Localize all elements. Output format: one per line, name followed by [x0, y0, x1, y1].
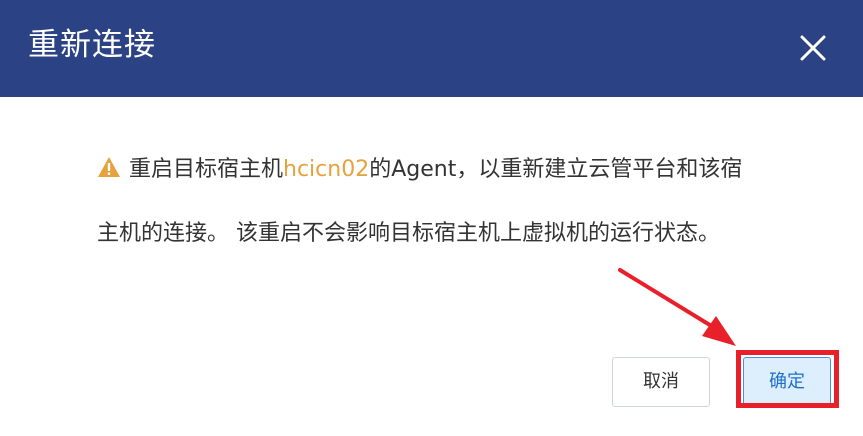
message-text-part1: 重启目标宿主机 [129, 157, 284, 182]
close-icon[interactable] [793, 28, 833, 68]
annotation-highlight-box [736, 350, 839, 408]
host-name: hcicn02 [283, 157, 370, 182]
reconnect-dialog: 重新连接 重启目标宿主机hcicn02的Agent，以重新建立云管平台和该宿主机… [0, 0, 863, 436]
dialog-title: 重新连接 [28, 27, 156, 63]
dialog-header: 重新连接 [0, 0, 863, 97]
dialog-message: 重启目标宿主机hcicn02的Agent，以重新建立云管平台和该宿主机的连接。 … [97, 138, 757, 266]
cancel-button[interactable]: 取消 [612, 357, 710, 407]
warning-icon [97, 156, 121, 178]
